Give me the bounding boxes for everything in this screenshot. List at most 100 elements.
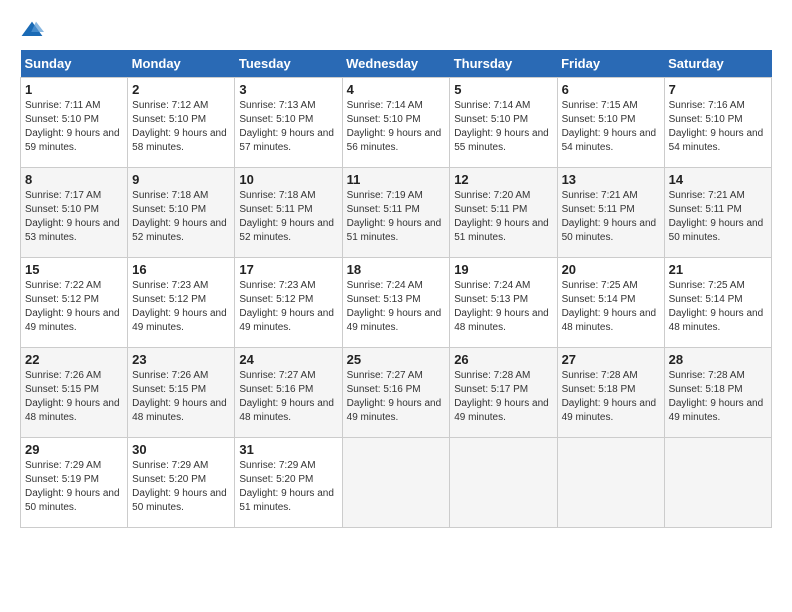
weekday-header-friday: Friday xyxy=(557,50,664,78)
day-number: 22 xyxy=(25,352,123,367)
day-number: 20 xyxy=(562,262,660,277)
calendar-cell: 18 Sunrise: 7:24 AMSunset: 5:13 PMDayligh… xyxy=(342,258,450,348)
calendar-cell: 6 Sunrise: 7:15 AMSunset: 5:10 PMDaylight… xyxy=(557,78,664,168)
logo xyxy=(20,20,48,40)
day-info: Sunrise: 7:16 AMSunset: 5:10 PMDaylight:… xyxy=(669,99,767,155)
weekday-header-saturday: Saturday xyxy=(664,50,771,78)
day-info: Sunrise: 7:27 AMSunset: 5:16 PMDaylight:… xyxy=(347,369,446,425)
calendar-cell: 15 Sunrise: 7:22 AMSunset: 5:12 PMDayligh… xyxy=(21,258,128,348)
day-number: 3 xyxy=(239,82,337,97)
day-number: 5 xyxy=(454,82,552,97)
day-info: Sunrise: 7:25 AMSunset: 5:14 PMDaylight:… xyxy=(669,279,767,335)
calendar-cell: 9 Sunrise: 7:18 AMSunset: 5:10 PMDaylight… xyxy=(128,168,235,258)
day-info: Sunrise: 7:24 AMSunset: 5:13 PMDaylight:… xyxy=(347,279,446,335)
calendar-week-4: 22 Sunrise: 7:26 AMSunset: 5:15 PMDayligh… xyxy=(21,348,772,438)
weekday-header-wednesday: Wednesday xyxy=(342,50,450,78)
calendar-cell xyxy=(450,438,557,528)
weekday-header-row: SundayMondayTuesdayWednesdayThursdayFrid… xyxy=(21,50,772,78)
calendar-cell: 4 Sunrise: 7:14 AMSunset: 5:10 PMDaylight… xyxy=(342,78,450,168)
day-number: 21 xyxy=(669,262,767,277)
calendar-cell: 7 Sunrise: 7:16 AMSunset: 5:10 PMDaylight… xyxy=(664,78,771,168)
calendar-cell xyxy=(342,438,450,528)
day-info: Sunrise: 7:25 AMSunset: 5:14 PMDaylight:… xyxy=(562,279,660,335)
weekday-header-monday: Monday xyxy=(128,50,235,78)
calendar-cell: 29 Sunrise: 7:29 AMSunset: 5:19 PMDayligh… xyxy=(21,438,128,528)
calendar-cell: 23Sunrise: 7:26 AMSunset: 5:15 PMDayligh… xyxy=(128,348,235,438)
day-number: 12 xyxy=(454,172,552,187)
day-info: Sunrise: 7:21 AMSunset: 5:11 PMDaylight:… xyxy=(669,189,767,245)
day-info: Sunrise: 7:19 AMSunset: 5:11 PMDaylight:… xyxy=(347,189,446,245)
logo-icon xyxy=(20,20,44,40)
page-header xyxy=(20,20,772,40)
day-info: Sunrise: 7:26 AMSunset: 5:15 PMDaylight:… xyxy=(25,369,123,425)
day-number: 16 xyxy=(132,262,230,277)
day-info: Sunrise: 7:18 AMSunset: 5:10 PMDaylight:… xyxy=(132,189,230,245)
day-number: 7 xyxy=(669,82,767,97)
day-info: Sunrise: 7:26 AMSunset: 5:15 PMDaylight:… xyxy=(132,369,230,425)
calendar-cell: 22 Sunrise: 7:26 AMSunset: 5:15 PMDayligh… xyxy=(21,348,128,438)
calendar-cell: 14 Sunrise: 7:21 AMSunset: 5:11 PMDayligh… xyxy=(664,168,771,258)
day-number: 11 xyxy=(347,172,446,187)
day-info: Sunrise: 7:28 AMSunset: 5:18 PMDaylight:… xyxy=(562,369,660,425)
calendar-cell: 3 Sunrise: 7:13 AMSunset: 5:10 PMDaylight… xyxy=(235,78,342,168)
day-info: Sunrise: 7:29 AMSunset: 5:20 PMDaylight:… xyxy=(239,459,337,515)
day-number: 31 xyxy=(239,442,337,457)
day-number: 10 xyxy=(239,172,337,187)
day-number: 29 xyxy=(25,442,123,457)
calendar-cell: 2 Sunrise: 7:12 AMSunset: 5:10 PMDaylight… xyxy=(128,78,235,168)
day-number: 26 xyxy=(454,352,552,367)
day-number: 4 xyxy=(347,82,446,97)
day-info: Sunrise: 7:28 AMSunset: 5:17 PMDaylight:… xyxy=(454,369,552,425)
day-info: Sunrise: 7:22 AMSunset: 5:12 PMDaylight:… xyxy=(25,279,123,335)
day-number: 8 xyxy=(25,172,123,187)
calendar-cell: 12 Sunrise: 7:20 AMSunset: 5:11 PMDayligh… xyxy=(450,168,557,258)
calendar-cell: 8 Sunrise: 7:17 AMSunset: 5:10 PMDaylight… xyxy=(21,168,128,258)
calendar-body: 1 Sunrise: 7:11 AMSunset: 5:10 PMDaylight… xyxy=(21,78,772,528)
day-number: 27 xyxy=(562,352,660,367)
calendar-cell: 26 Sunrise: 7:28 AMSunset: 5:17 PMDayligh… xyxy=(450,348,557,438)
day-info: Sunrise: 7:15 AMSunset: 5:10 PMDaylight:… xyxy=(562,99,660,155)
day-info: Sunrise: 7:27 AMSunset: 5:16 PMDaylight:… xyxy=(239,369,337,425)
day-info: Sunrise: 7:14 AMSunset: 5:10 PMDaylight:… xyxy=(454,99,552,155)
calendar-cell xyxy=(557,438,664,528)
day-info: Sunrise: 7:17 AMSunset: 5:10 PMDaylight:… xyxy=(25,189,123,245)
calendar-cell: 5 Sunrise: 7:14 AMSunset: 5:10 PMDaylight… xyxy=(450,78,557,168)
day-info: Sunrise: 7:13 AMSunset: 5:10 PMDaylight:… xyxy=(239,99,337,155)
calendar-cell: 13Sunrise: 7:21 AMSunset: 5:11 PMDayligh… xyxy=(557,168,664,258)
calendar-cell: 30 Sunrise: 7:29 AMSunset: 5:20 PMDayligh… xyxy=(128,438,235,528)
calendar-week-5: 29 Sunrise: 7:29 AMSunset: 5:19 PMDayligh… xyxy=(21,438,772,528)
calendar-cell: 1 Sunrise: 7:11 AMSunset: 5:10 PMDaylight… xyxy=(21,78,128,168)
day-info: Sunrise: 7:21 AMSunset: 5:11 PMDaylight:… xyxy=(562,189,660,245)
calendar-cell: 31 Sunrise: 7:29 AMSunset: 5:20 PMDayligh… xyxy=(235,438,342,528)
day-info: Sunrise: 7:29 AMSunset: 5:20 PMDaylight:… xyxy=(132,459,230,515)
day-info: Sunrise: 7:11 AMSunset: 5:10 PMDaylight:… xyxy=(25,99,123,155)
day-number: 28 xyxy=(669,352,767,367)
calendar-cell: 11 Sunrise: 7:19 AMSunset: 5:11 PMDayligh… xyxy=(342,168,450,258)
day-number: 14 xyxy=(669,172,767,187)
calendar-cell: 17 Sunrise: 7:23 AMSunset: 5:12 PMDayligh… xyxy=(235,258,342,348)
day-info: Sunrise: 7:14 AMSunset: 5:10 PMDaylight:… xyxy=(347,99,446,155)
day-number: 1 xyxy=(25,82,123,97)
calendar-cell: 28Sunrise: 7:28 AMSunset: 5:18 PMDayligh… xyxy=(664,348,771,438)
day-info: Sunrise: 7:20 AMSunset: 5:11 PMDaylight:… xyxy=(454,189,552,245)
day-number: 15 xyxy=(25,262,123,277)
day-number: 25 xyxy=(347,352,446,367)
calendar-cell: 20 Sunrise: 7:25 AMSunset: 5:14 PMDayligh… xyxy=(557,258,664,348)
day-number: 18 xyxy=(347,262,446,277)
day-number: 24 xyxy=(239,352,337,367)
calendar-cell: 10Sunrise: 7:18 AMSunset: 5:11 PMDayligh… xyxy=(235,168,342,258)
day-info: Sunrise: 7:23 AMSunset: 5:12 PMDaylight:… xyxy=(132,279,230,335)
calendar-cell: 16 Sunrise: 7:23 AMSunset: 5:12 PMDayligh… xyxy=(128,258,235,348)
day-number: 30 xyxy=(132,442,230,457)
day-number: 6 xyxy=(562,82,660,97)
day-number: 9 xyxy=(132,172,230,187)
day-info: Sunrise: 7:23 AMSunset: 5:12 PMDaylight:… xyxy=(239,279,337,335)
day-number: 2 xyxy=(132,82,230,97)
day-info: Sunrise: 7:12 AMSunset: 5:10 PMDaylight:… xyxy=(132,99,230,155)
calendar-week-2: 8 Sunrise: 7:17 AMSunset: 5:10 PMDaylight… xyxy=(21,168,772,258)
weekday-header-thursday: Thursday xyxy=(450,50,557,78)
day-number: 17 xyxy=(239,262,337,277)
weekday-header-tuesday: Tuesday xyxy=(235,50,342,78)
day-info: Sunrise: 7:29 AMSunset: 5:19 PMDaylight:… xyxy=(25,459,123,515)
calendar-week-1: 1 Sunrise: 7:11 AMSunset: 5:10 PMDaylight… xyxy=(21,78,772,168)
